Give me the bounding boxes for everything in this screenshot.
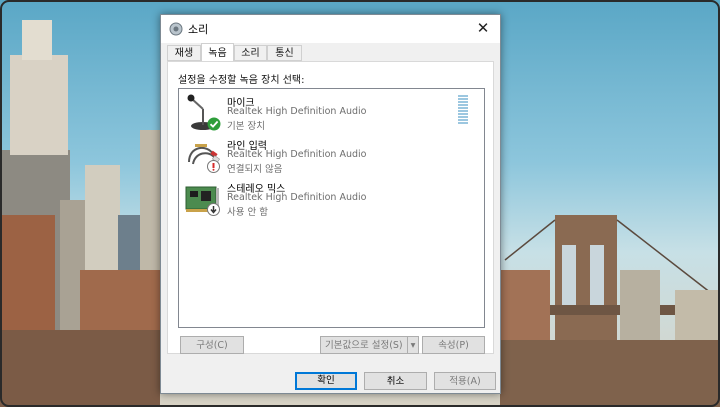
tab-playback[interactable]: 재생 [167,45,201,61]
properties-button[interactable]: 속성(P) [422,336,485,354]
default-check-icon [207,117,221,131]
device-driver: Realtek High Definition Audio [227,192,367,203]
sound-dialog: 소리 ✕ 재생 녹음 소리 통신 설정을 수정할 녹음 장치 선택: 마이크 R… [160,14,501,394]
device-driver: Realtek High Definition Audio [227,106,367,117]
apply-button[interactable]: 적용(A) [434,372,496,390]
disconnected-icon [207,160,220,173]
tab-recording[interactable]: 녹음 [201,43,234,62]
close-button[interactable]: ✕ [472,17,494,39]
device-item-microphone[interactable]: 마이크 Realtek High Definition Audio 기본 장치 [183,93,473,133]
instruction-label: 설정을 수정할 녹음 장치 선택: [178,75,305,86]
device-status: 사용 안 함 [227,207,268,218]
device-status: 연결되지 않음 [227,164,283,175]
device-list[interactable]: 마이크 Realtek High Definition Audio 기본 장치 [178,88,485,328]
ok-button[interactable]: 확인 [295,372,357,390]
window-title: 소리 [188,23,209,36]
tab-sounds[interactable]: 소리 [234,45,267,61]
title-bar[interactable]: 소리 ✕ [161,15,500,43]
level-meter [458,95,468,127]
set-default-button[interactable]: 기본값으로 설정(S) [320,336,408,354]
disabled-arrow-icon [207,203,220,216]
configure-button[interactable]: 구성(C) [180,336,244,354]
cancel-button[interactable]: 취소 [364,372,427,390]
device-item-stereo-mix[interactable]: 스테레오 믹스 Realtek High Definition Audio 사용… [183,179,473,219]
tab-communications[interactable]: 통신 [267,45,302,61]
device-item-line-in[interactable]: 라인 입력 Realtek High Definition Audio 연결되지… [183,136,473,176]
chevron-down-icon: ▾ [410,340,416,351]
device-status: 기본 장치 [227,121,265,132]
speaker-icon [169,22,183,36]
recording-panel: 설정을 수정할 녹음 장치 선택: 마이크 Realtek High Defin… [167,61,494,354]
device-driver: Realtek High Definition Audio [227,149,367,160]
set-default-dropdown[interactable]: ▾ [407,336,419,354]
